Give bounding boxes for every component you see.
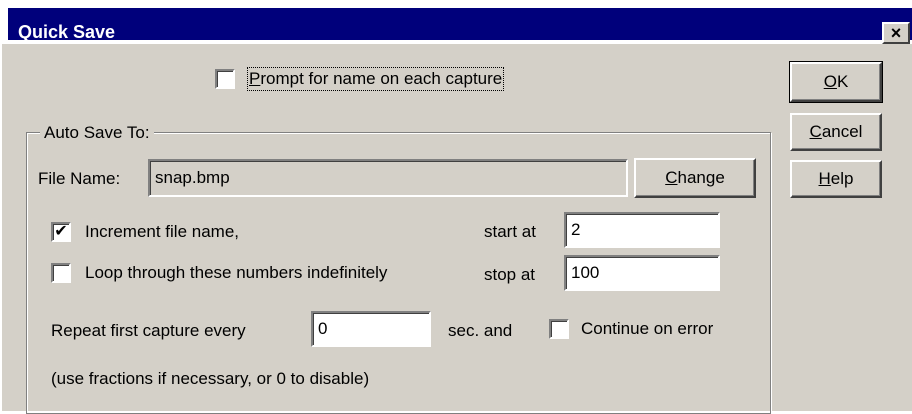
start-at-input[interactable]: 2 (564, 212, 720, 248)
change-label: hange (677, 168, 725, 187)
loop-checkbox[interactable] (51, 263, 71, 283)
cancel-mnemonic: C (809, 122, 822, 141)
repeat-label: Repeat first capture every (51, 321, 246, 340)
increment-checkbox[interactable]: ✔ (51, 222, 71, 242)
change-mnemonic: C (665, 168, 678, 187)
continue-on-error-checkbox[interactable] (549, 319, 569, 339)
title-bar-fill (8, 8, 912, 40)
start-at-value: 2 (571, 220, 581, 239)
help-mnemonic: H (818, 169, 831, 188)
continue-on-error-label: Continue on error (581, 319, 714, 338)
stop-at-value: 100 (571, 263, 600, 282)
auto-save-group-title: Auto Save To: (40, 123, 154, 143)
cancel-label: ancel (821, 122, 863, 141)
prompt-checkbox[interactable] (215, 69, 235, 89)
check-icon: ✔ (54, 223, 68, 240)
cancel-button[interactable]: Cancel (790, 113, 882, 151)
help-label: elp (830, 169, 854, 188)
prompt-label[interactable]: Prompt for name on each capture (246, 67, 505, 91)
change-button[interactable]: Change (634, 158, 756, 198)
file-name-label: File Name: (38, 169, 121, 188)
prompt-mnemonic: P (249, 69, 261, 88)
prompt-label-text: rompt for name on each capture (260, 69, 503, 88)
file-name-field: snap.bmp (148, 159, 628, 197)
increment-label: Increment file name, (85, 222, 240, 241)
stop-at-input[interactable]: 100 (564, 255, 720, 291)
help-button[interactable]: Help (790, 160, 882, 198)
close-button[interactable]: × (882, 22, 910, 44)
file-name-value: snap.bmp (155, 168, 230, 187)
repeat-suffix-label: sec. and (448, 321, 513, 340)
quick-save-dialog: Quick Save × OK Cancel Help Prompt for n… (0, 0, 912, 414)
title-bar: Quick Save × (2, 2, 912, 44)
hint-text: (use fractions if necessary, or 0 to dis… (51, 369, 370, 388)
stop-at-label: stop at (484, 265, 536, 284)
repeat-interval-input[interactable]: 0 (311, 311, 431, 347)
ok-mnemonic: O (823, 72, 837, 91)
start-at-label: start at (484, 222, 536, 241)
window-title: Quick Save (18, 22, 116, 42)
ok-label: K (836, 72, 849, 91)
close-icon: × (890, 23, 902, 43)
repeat-interval-value: 0 (318, 319, 328, 338)
ok-button[interactable]: OK (789, 61, 883, 103)
loop-label: Loop through these numbers indefinitely (85, 263, 388, 282)
